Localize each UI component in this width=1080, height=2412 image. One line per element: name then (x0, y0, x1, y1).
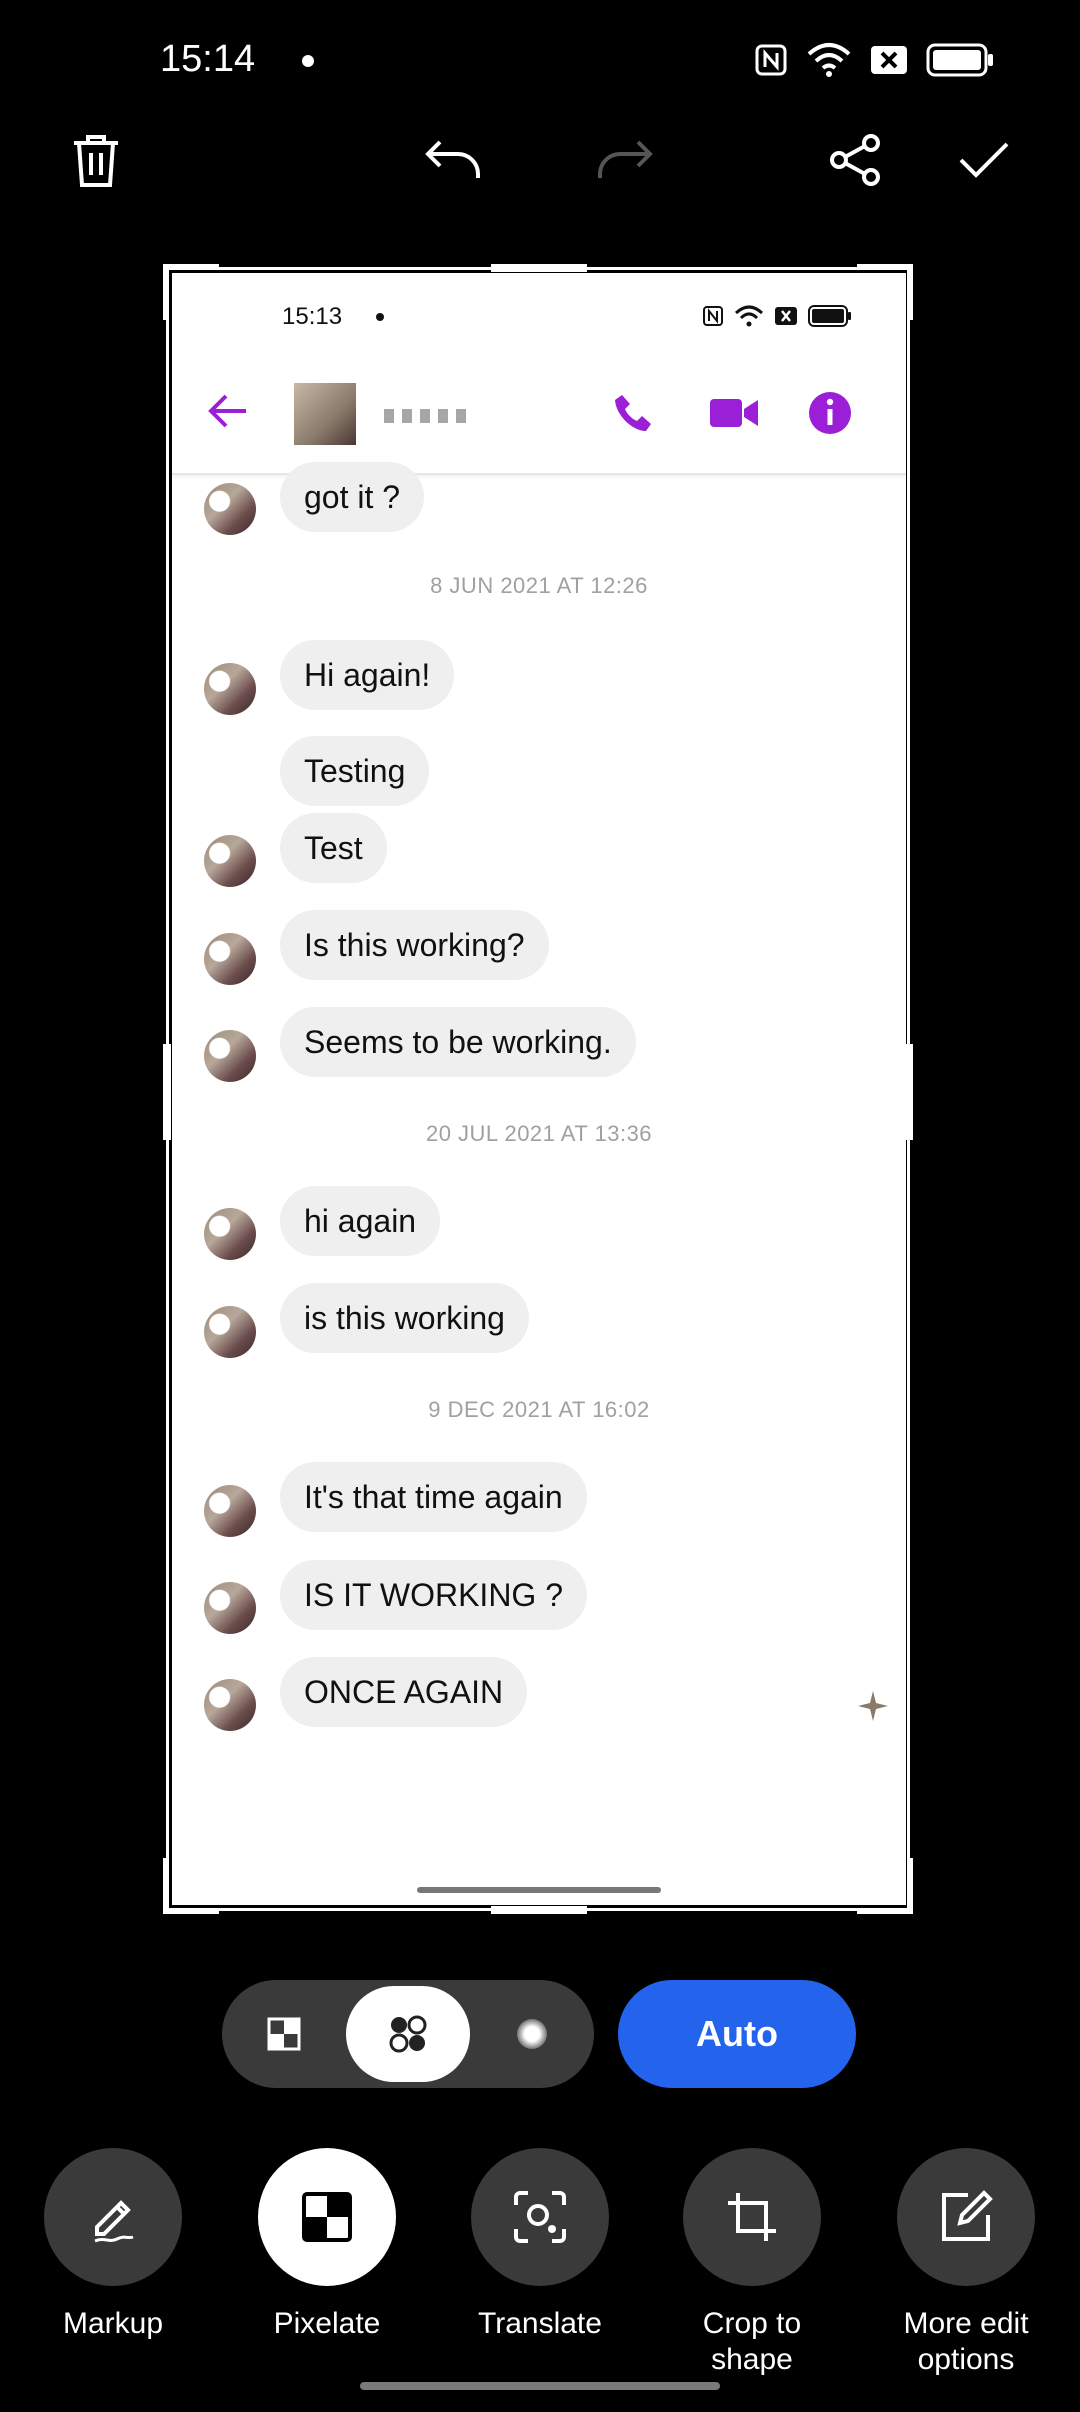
crop-handle-top[interactable] (491, 264, 587, 272)
tool-label: Markup (62, 2307, 164, 2340)
crop-frame[interactable] (163, 264, 913, 1914)
blur-icon (517, 2019, 547, 2049)
tool-pixelate[interactable]: Pixelate (257, 2148, 397, 2342)
tool-crop-to-shape[interactable]: Crop to shape (682, 2148, 822, 2378)
pixelate-icon (258, 2148, 396, 2286)
tool-label: More edit options (903, 2307, 1029, 2376)
auto-button[interactable]: Auto (618, 1980, 856, 2088)
tool-markup[interactable]: Markup (43, 2148, 183, 2342)
share-icon[interactable] (824, 128, 888, 192)
crop-handle-top-right[interactable] (857, 264, 913, 320)
crop-handle-bottom-left[interactable] (163, 1858, 219, 1914)
mosaic-circle-mode[interactable] (346, 1986, 470, 2082)
status-icons (754, 42, 994, 78)
crop-handle-bottom-right[interactable] (857, 1858, 913, 1914)
crop-shape-icon (683, 2148, 821, 2286)
nfc-icon (755, 44, 787, 76)
tool-label: Pixelate (273, 2307, 381, 2340)
tool-more-edit-options[interactable]: More edit options (896, 2148, 1036, 2378)
tool-label: Translate (478, 2307, 602, 2340)
pen-icon (44, 2148, 182, 2286)
notification-dot (302, 55, 314, 67)
trash-icon[interactable] (64, 128, 128, 192)
pixelate-mode-selector (222, 1980, 594, 2088)
status-time: 15:14 (160, 38, 256, 80)
translate-icon (471, 2148, 609, 2286)
home-indicator (360, 2382, 720, 2390)
tool-label: Crop to shape (702, 2307, 802, 2376)
wifi-icon (807, 43, 851, 77)
redo-icon[interactable] (592, 128, 656, 192)
undo-icon[interactable] (422, 128, 486, 192)
checkmark-icon[interactable] (952, 128, 1016, 192)
no-sim-icon (871, 46, 907, 74)
crop-handle-top-left[interactable] (163, 264, 219, 320)
edit-icon (897, 2148, 1035, 2286)
battery-icon (926, 43, 993, 77)
crop-handle-right[interactable] (905, 1044, 913, 1140)
blur-mode[interactable] (470, 1986, 594, 2082)
mosaic-square-mode[interactable] (222, 1986, 346, 2082)
tool-translate[interactable]: Translate (470, 2148, 610, 2342)
crop-handle-left[interactable] (163, 1044, 171, 1140)
crop-handle-bottom[interactable] (491, 1906, 587, 1914)
